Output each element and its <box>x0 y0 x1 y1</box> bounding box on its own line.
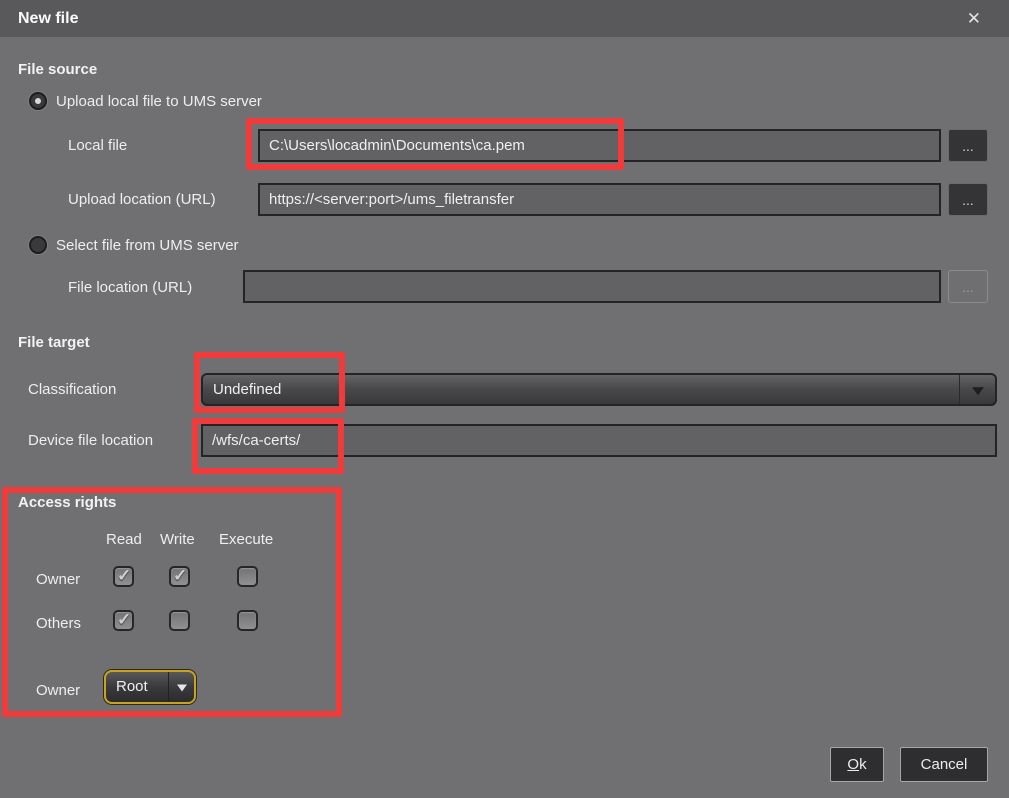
others-row-label: Others <box>36 615 81 632</box>
classification-dropdown[interactable]: Undefined <box>201 373 997 406</box>
others-execute-checkbox[interactable] <box>237 610 258 631</box>
owner-select-dropdown[interactable]: Root <box>104 670 196 704</box>
classification-value: Undefined <box>213 375 281 404</box>
upload-location-browse-button[interactable]: ... <box>948 183 988 216</box>
device-file-location-input[interactable] <box>201 424 997 457</box>
owner-write-checkbox[interactable] <box>169 566 190 587</box>
select-from-server-radio[interactable] <box>29 236 47 254</box>
cancel-button[interactable]: Cancel <box>900 747 988 782</box>
owner-read-checkbox[interactable] <box>113 566 134 587</box>
upload-local-radio[interactable] <box>29 92 47 110</box>
file-source-heading: File source <box>18 61 97 78</box>
owner-select-value: Root <box>116 672 148 701</box>
dialog-titlebar: New file ✕ <box>0 0 1009 37</box>
chevron-down-icon[interactable] <box>959 375 995 404</box>
file-location-browse-button: ... <box>948 270 988 303</box>
dialog-title: New file <box>18 0 78 37</box>
owner-select-label: Owner <box>36 682 80 699</box>
upload-location-input[interactable] <box>258 183 941 216</box>
classification-label: Classification <box>28 381 116 398</box>
access-rights-heading: Access rights <box>18 494 116 511</box>
file-location-input[interactable] <box>243 270 941 303</box>
chevron-down-icon[interactable] <box>168 672 194 702</box>
owner-row-label: Owner <box>36 571 80 588</box>
local-file-input[interactable] <box>258 129 941 162</box>
col-header-execute: Execute <box>219 531 273 548</box>
ok-button[interactable]: Ok <box>830 747 884 782</box>
select-from-server-radio-label[interactable]: Select file from UMS server <box>56 237 239 254</box>
owner-execute-checkbox[interactable] <box>237 566 258 587</box>
upload-local-radio-label[interactable]: Upload local file to UMS server <box>56 93 262 110</box>
others-write-checkbox[interactable] <box>169 610 190 631</box>
others-read-checkbox[interactable] <box>113 610 134 631</box>
col-header-read: Read <box>106 531 142 548</box>
file-target-heading: File target <box>18 334 90 351</box>
local-file-label: Local file <box>68 137 127 154</box>
device-file-location-label: Device file location <box>28 432 153 449</box>
new-file-dialog: New file ✕ File source Upload local file… <box>0 0 1009 798</box>
local-file-browse-button[interactable]: ... <box>948 129 988 162</box>
close-icon[interactable]: ✕ <box>967 0 981 37</box>
upload-location-label: Upload location (URL) <box>68 191 216 208</box>
file-location-label: File location (URL) <box>68 279 192 296</box>
col-header-write: Write <box>160 531 195 548</box>
